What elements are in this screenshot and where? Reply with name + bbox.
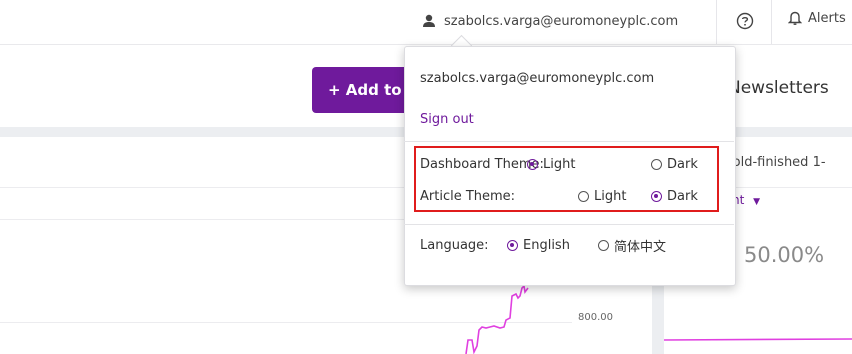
- dashboard-theme-light-radio[interactable]: Light: [527, 157, 575, 172]
- radio-unselected-icon: [651, 158, 662, 170]
- radio-unselected-icon: [578, 190, 589, 202]
- radio-unselected-icon: [598, 239, 609, 251]
- radio-selected-icon: [507, 239, 518, 251]
- dashboard-theme-row: Dashboard Theme: Light Dark: [420, 154, 720, 174]
- language-label: Language:: [420, 237, 489, 253]
- radio-label: 简体中文: [614, 239, 667, 255]
- article-theme-dark-radio[interactable]: Dark: [651, 189, 698, 204]
- article-theme-label: Article Theme:: [420, 188, 516, 204]
- article-theme-row: Article Theme: Light Dark: [420, 186, 720, 206]
- language-row: Language: English 简体中文: [420, 235, 720, 255]
- radio-label: Light: [543, 156, 576, 172]
- divider: [404, 224, 734, 225]
- radio-selected-icon: [527, 158, 538, 170]
- left-series-line: [465, 284, 529, 354]
- dashboard-theme-dark-radio[interactable]: Dark: [651, 157, 698, 172]
- language-english-radio[interactable]: English: [507, 238, 570, 253]
- dropdown-email: szabolcs.varga@euromoneyplc.com: [420, 71, 655, 86]
- radio-selected-icon: [651, 190, 662, 202]
- right-series-line: [663, 338, 852, 341]
- dashboard-theme-label: Dashboard Theme:: [420, 156, 544, 172]
- divider: [404, 141, 734, 142]
- radio-label: English: [523, 237, 570, 253]
- language-chinese-radio[interactable]: 简体中文: [598, 236, 666, 255]
- article-theme-light-radio[interactable]: Light: [578, 189, 626, 204]
- radio-label: Dark: [667, 188, 698, 204]
- radio-label: Dark: [667, 156, 698, 172]
- radio-label: Light: [594, 188, 627, 204]
- sign-out-link[interactable]: Sign out: [420, 112, 474, 127]
